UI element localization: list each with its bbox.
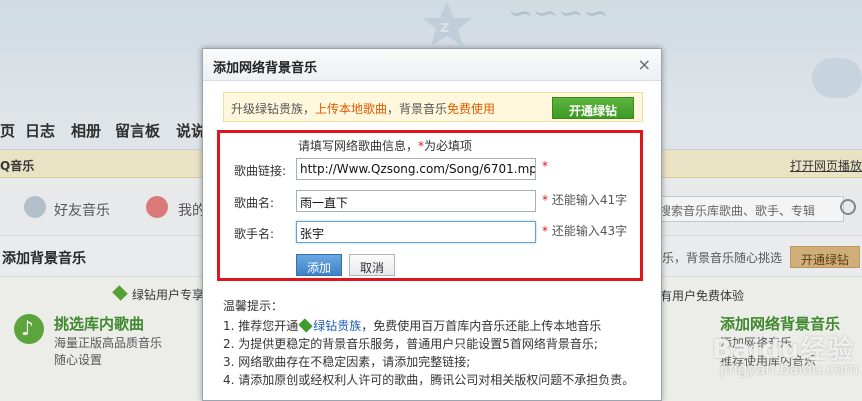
upsell-middle: ，背景音乐	[387, 102, 448, 116]
song-name-input[interactable]: 雨一直下	[296, 190, 536, 212]
upsell-text: 升级绿钻贵族，上传本地歌曲，背景音乐免费使用	[231, 100, 495, 117]
upsell-highlight-free: 免费使用	[447, 102, 496, 116]
song-link-input[interactable]: http://Www.Qzsong.com/Song/6701.mp3	[296, 158, 536, 180]
open-green-diamond-button[interactable]: 开通绿钻	[552, 97, 634, 119]
vip-upsell-banner: 升级绿钻贵族，上传本地歌曲，背景音乐免费使用 开通绿钻	[223, 92, 643, 122]
form-hint: 请填写网络歌曲信息，*为必填项	[298, 137, 472, 154]
form-hint-suffix: 为必填项	[424, 139, 473, 153]
close-icon[interactable]: ×	[638, 55, 651, 74]
tip-1: 1. 推荐您开通 绿钻贵族，免费使用百万首库内音乐还能上传本地音乐	[223, 318, 602, 333]
tip-2: 2. 为提供更稳定的背景音乐服务，普通用户只能设置5首网络背景音乐;	[223, 337, 598, 351]
tip-3: 3. 网络歌曲存在不稳定因素，请添加完整链接;	[223, 355, 471, 369]
singer-name-note: * 还能输入43字	[542, 224, 628, 238]
add-network-music-dialog: 添加网络背景音乐 × 升级绿钻贵族，上传本地歌曲，背景音乐免费使用 开通绿钻 请…	[202, 48, 662, 401]
upsell-highlight-upload: 上传本地歌曲	[315, 102, 388, 116]
upsell-prefix: 升级绿钻贵族，	[231, 102, 316, 116]
tips-title: 温馨提示：	[223, 299, 284, 313]
cancel-button[interactable]: 取消	[349, 254, 395, 276]
song-name-label: 歌曲名:	[234, 196, 275, 210]
song-link-required: *	[542, 159, 548, 173]
music-form-highlight: 请填写网络歌曲信息，*为必填项 歌曲链接: http://Www.Qzsong.…	[217, 130, 643, 281]
dialog-header: 添加网络背景音乐 ×	[203, 49, 661, 81]
add-button[interactable]: 添加	[296, 254, 342, 276]
tip-4: 4. 请添加原创或经权利人许可的歌曲，腾讯公司对相关版权问题不承担负责。	[223, 373, 635, 387]
song-link-label: 歌曲链接:	[234, 164, 287, 178]
green-diamond-link[interactable]: 绿钻贵族	[313, 319, 361, 333]
form-hint-prefix: 请填写网络歌曲信息，	[298, 139, 419, 153]
singer-name-label: 歌手名:	[234, 227, 275, 241]
dialog-title: 添加网络背景音乐	[213, 61, 318, 76]
singer-name-input[interactable]: 张宇	[296, 221, 536, 243]
song-name-note: * 还能输入41字	[542, 193, 628, 207]
green-diamond-icon	[298, 318, 313, 333]
